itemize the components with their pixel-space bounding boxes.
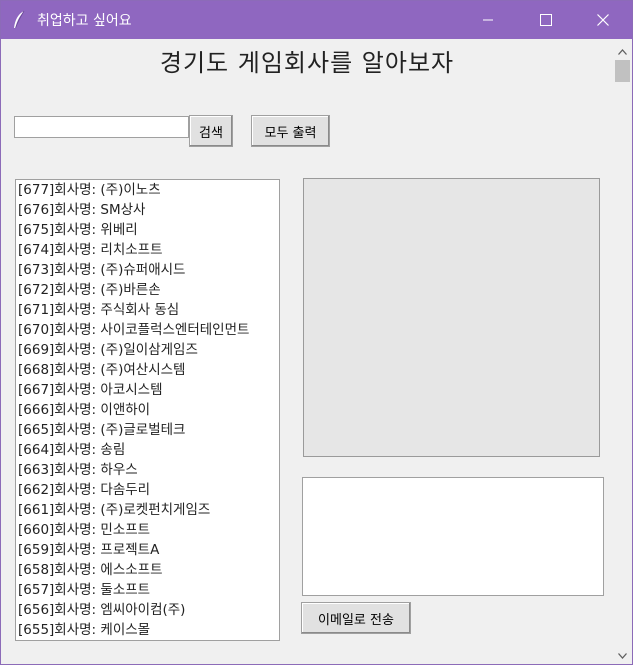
scrollbar-thumb[interactable] xyxy=(615,60,630,82)
close-icon xyxy=(597,11,609,30)
company-listbox[interactable]: [677]회사명: (주)이노츠 [676]회사명: SM상사 [675]회사명: … xyxy=(15,179,280,641)
list-item[interactable]: [657]회사명: 둘소프트 xyxy=(16,580,279,600)
list-item[interactable]: [661]회사명: (주)로켓펀치게임즈 xyxy=(16,500,279,520)
chevron-down-icon xyxy=(618,644,627,663)
search-button[interactable]: 검색 xyxy=(189,115,233,147)
list-item[interactable]: [655]회사명: 케이스몰 xyxy=(16,620,279,640)
close-button[interactable] xyxy=(574,1,632,39)
list-item[interactable]: [675]회사명: 위베리 xyxy=(16,220,279,240)
scroll-down-arrow[interactable] xyxy=(613,645,632,662)
list-item[interactable]: [664]회사명: 송림 xyxy=(16,440,279,460)
list-item[interactable]: [656]회사명: 엠씨아이컴(주) xyxy=(16,600,279,620)
list-item[interactable]: [674]회사명: 리치소프트 xyxy=(16,240,279,260)
maximize-icon xyxy=(540,11,552,30)
feather-icon xyxy=(11,10,27,30)
minimize-button[interactable] xyxy=(459,1,517,39)
list-item[interactable]: [662]회사명: 다솜두리 xyxy=(16,480,279,500)
list-item[interactable]: [668]회사명: (주)여산시스템 xyxy=(16,360,279,380)
search-input[interactable] xyxy=(14,116,189,138)
title-bar[interactable]: 취업하고 싶어요 xyxy=(1,1,632,39)
send-email-button[interactable]: 이메일로 전송 xyxy=(301,602,411,634)
page-title: 경기도 게임회사를 알아보자 xyxy=(159,49,455,77)
company-image-panel xyxy=(303,178,600,457)
list-item[interactable]: [671]회사명: 주식회사 동심 xyxy=(16,300,279,320)
vertical-scrollbar[interactable] xyxy=(613,39,632,664)
list-item[interactable]: [677]회사명: (주)이노츠 xyxy=(16,180,279,200)
scroll-up-arrow[interactable] xyxy=(613,41,632,58)
show-all-button[interactable]: 모두 출력 xyxy=(251,115,330,147)
minimize-icon xyxy=(482,11,494,30)
window-title: 취업하고 싶어요 xyxy=(37,13,132,29)
list-item[interactable]: [676]회사명: SM상사 xyxy=(16,200,279,220)
list-item[interactable]: [663]회사명: 하우스 xyxy=(16,460,279,480)
app-window: 취업하고 싶어요 경기도 게임회사를 알아보자 검색 모두 출력 [677]회사… xyxy=(0,0,633,665)
maximize-button[interactable] xyxy=(517,1,575,39)
list-item[interactable]: [666]회사명: 이앤하이 xyxy=(16,400,279,420)
list-item[interactable]: [660]회사명: 민소프트 xyxy=(16,520,279,540)
list-item[interactable]: [673]회사명: (주)슈퍼애시드 xyxy=(16,260,279,280)
list-item[interactable]: [672]회사명: (주)바른손 xyxy=(16,280,279,300)
list-item[interactable]: [658]회사명: 에스소프트 xyxy=(16,560,279,580)
list-item[interactable]: [669]회사명: (주)일이삼게임즈 xyxy=(16,340,279,360)
chevron-up-icon xyxy=(618,40,627,59)
list-item[interactable]: [667]회사명: 아코시스템 xyxy=(16,380,279,400)
list-item[interactable]: [659]회사명: 프로젝트A xyxy=(16,540,279,560)
list-item[interactable]: [670]회사명: 사이코플럭스엔터테인먼트 xyxy=(16,320,279,340)
list-item[interactable]: [665]회사명: (주)글로벌테크 xyxy=(16,420,279,440)
company-info-textarea[interactable] xyxy=(302,477,604,596)
